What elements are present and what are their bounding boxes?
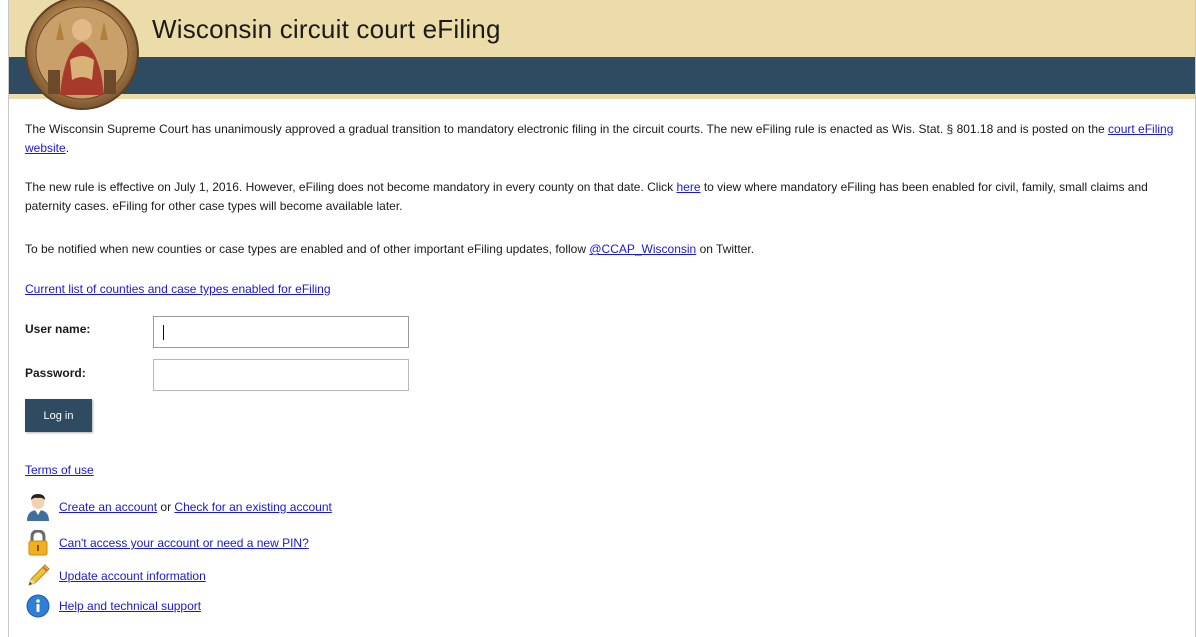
update-account-link[interactable]: Update account information	[59, 569, 206, 583]
counties-paragraph: Current list of counties and case types …	[25, 280, 331, 299]
intro-paragraph-3: To be notified when new counties or case…	[25, 240, 1190, 259]
update-row: Update account information	[25, 563, 206, 589]
twitter-link[interactable]: @CCAP_Wisconsin	[589, 242, 696, 256]
header-navbar	[9, 57, 1195, 94]
header-rule	[9, 94, 1195, 99]
info-icon	[25, 593, 51, 619]
account-links: Create an account or Check for an existi…	[59, 500, 332, 514]
help-row: Help and technical support	[25, 593, 201, 619]
court-seal-icon	[20, 0, 144, 112]
password-label: Password:	[25, 366, 86, 380]
pencil-icon	[25, 563, 51, 589]
intro-text-2: The new rule is effective on July 1, 201…	[25, 180, 677, 194]
counties-list-link[interactable]: Current list of counties and case types …	[25, 282, 331, 296]
account-row: Create an account or Check for an existi…	[25, 494, 332, 521]
user-icon	[25, 494, 51, 521]
intro-text-3: To be notified when new counties or case…	[25, 242, 590, 256]
intro-paragraph-2: The new rule is effective on July 1, 201…	[25, 178, 1190, 216]
check-account-link[interactable]: Check for an existing account	[174, 500, 331, 514]
here-link[interactable]: here	[676, 180, 700, 194]
create-account-link[interactable]: Create an account	[59, 500, 157, 514]
terms-of-use-link[interactable]: Terms of use	[25, 463, 94, 477]
login-button[interactable]: Log in	[25, 399, 92, 432]
help-support-link[interactable]: Help and technical support	[59, 599, 201, 613]
or-text: or	[157, 500, 175, 514]
access-row: Can't access your account or need a new …	[25, 530, 309, 556]
intro-text-1-end: .	[65, 141, 70, 155]
cant-access-link[interactable]: Can't access your account or need a new …	[59, 536, 309, 550]
intro-paragraph-1: The Wisconsin Supreme Court has unanimou…	[25, 120, 1190, 158]
terms-paragraph: Terms of use	[25, 463, 94, 477]
text-caret	[163, 325, 164, 340]
password-input[interactable]	[153, 359, 409, 391]
intro-text-1: The Wisconsin Supreme Court has unanimou…	[25, 122, 1109, 136]
page-title: Wisconsin circuit court eFiling	[152, 14, 501, 44]
intro-text-3-end: on Twitter.	[696, 242, 755, 256]
username-input[interactable]	[153, 316, 409, 348]
username-label: User name:	[25, 322, 91, 336]
lock-icon	[25, 530, 51, 556]
